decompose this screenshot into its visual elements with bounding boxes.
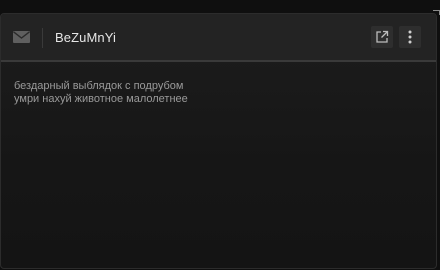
more-options-button[interactable] xyxy=(399,26,421,48)
external-link-icon xyxy=(376,30,389,43)
message-panel: BeZuMnYi бездарный выблядок с подрубом у… xyxy=(0,13,437,269)
more-vertical-icon xyxy=(408,30,412,44)
message-line: умри нахуй животное малолетнее xyxy=(14,93,188,105)
popout-button[interactable] xyxy=(371,26,393,48)
header-divider xyxy=(42,28,43,48)
message-header: BeZuMnYi xyxy=(1,14,436,62)
mail-icon xyxy=(13,31,30,43)
message-line: бездарный выблядок с подрубом xyxy=(14,80,184,92)
sender-name[interactable]: BeZuMnYi xyxy=(55,30,116,45)
message-body: бездарный выблядок с подрубом умри нахуй… xyxy=(14,80,424,106)
